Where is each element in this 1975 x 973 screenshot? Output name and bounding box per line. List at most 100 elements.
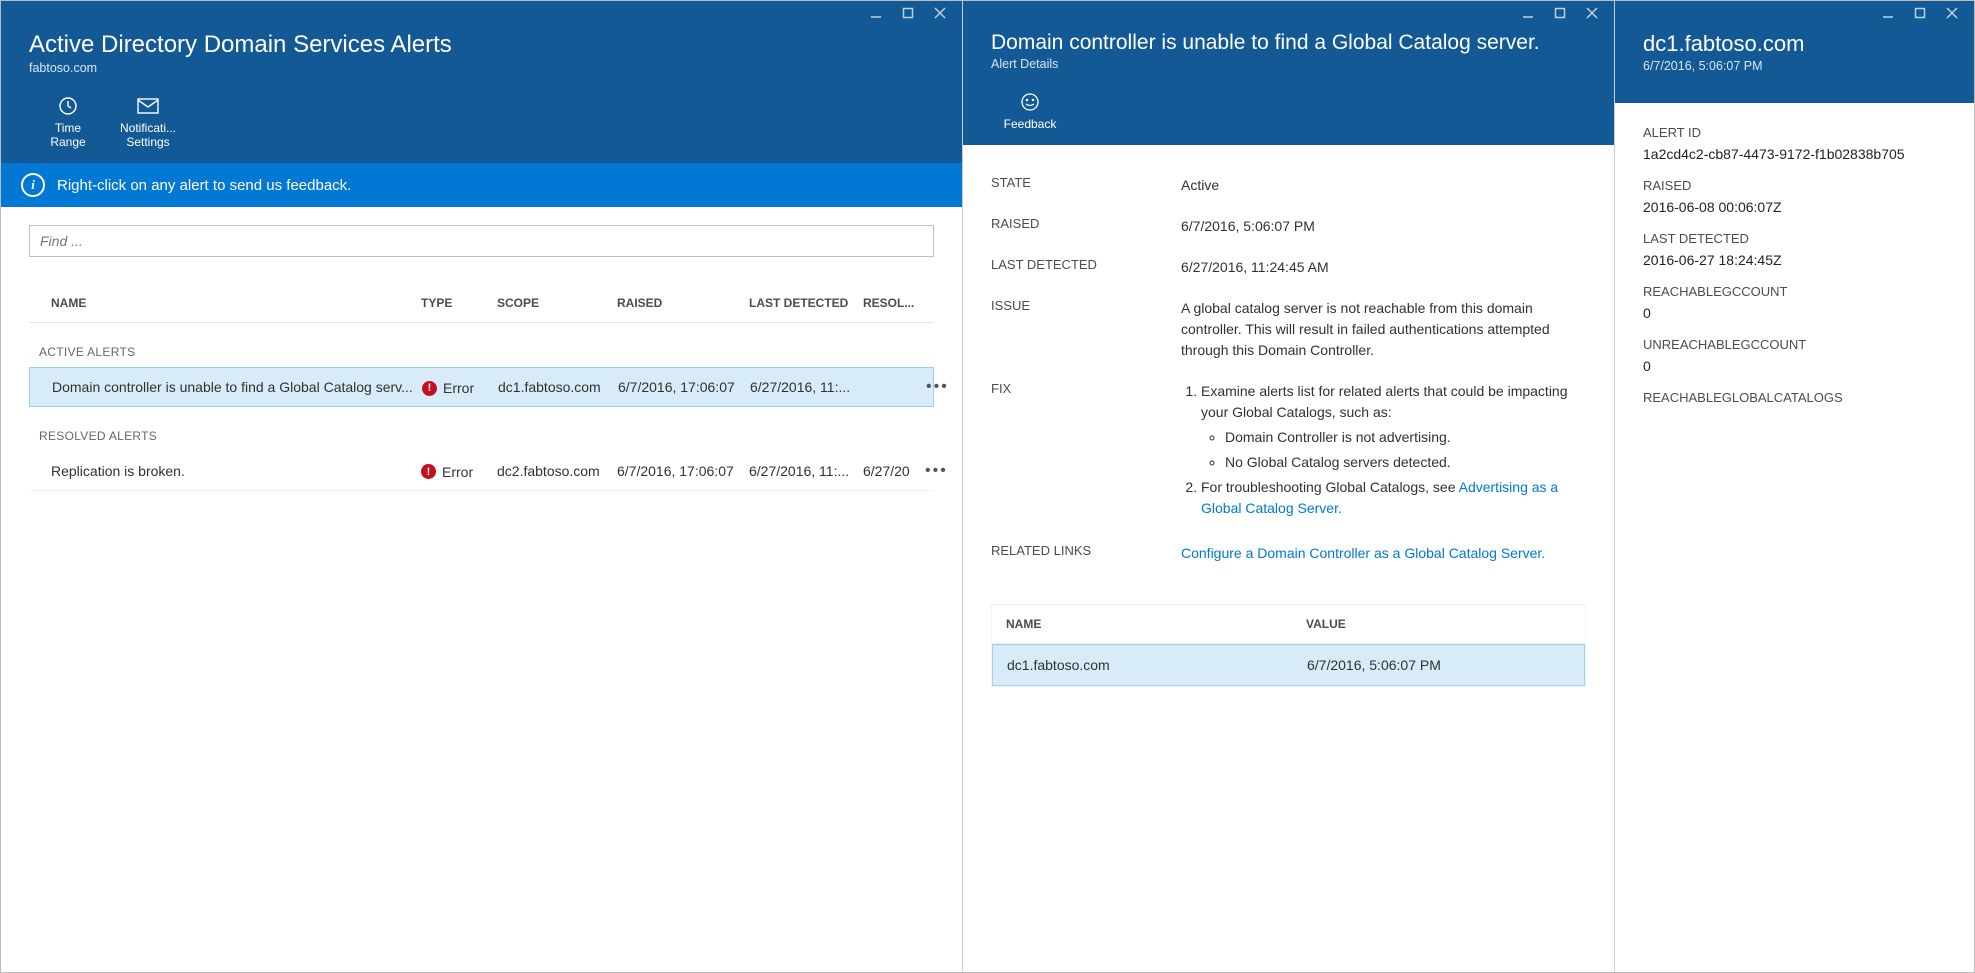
- scope-row[interactable]: dc1.fabtoso.com 6/7/2016, 5:06:07 PM: [992, 644, 1585, 686]
- alert-resolved: 6/27/20: [863, 463, 925, 479]
- value-raised: 2016-06-08 00:06:07Z: [1643, 199, 1946, 215]
- window-controls: [1615, 1, 1974, 25]
- toolbar: Feedback: [963, 85, 1614, 145]
- alert-details-pane: Domain controller is unable to find a Gl…: [963, 1, 1615, 972]
- fix-step1-a: Domain Controller is not advertising.: [1225, 427, 1586, 448]
- maximize-icon[interactable]: [1550, 5, 1570, 21]
- maximize-icon[interactable]: [898, 5, 918, 21]
- value-fix: Examine alerts list for related alerts t…: [1181, 381, 1586, 523]
- value-alert-id: 1a2cd4c2-cb87-4473-9172-f1b02838b705: [1643, 146, 1946, 162]
- row-more-icon[interactable]: •••: [925, 462, 948, 479]
- row-more-icon[interactable]: •••: [926, 378, 949, 395]
- feedback-button[interactable]: Feedback: [1001, 91, 1059, 131]
- clock-icon: [58, 95, 78, 117]
- error-badge: ! Error: [422, 380, 474, 396]
- toolbar: Time Range Notificati... Settings: [1, 89, 962, 163]
- alert-raised: 6/7/2016, 17:06:07: [617, 463, 749, 479]
- smile-icon: [1020, 91, 1040, 113]
- pane3-header: dc1.fabtoso.com 6/7/2016, 5:06:07 PM: [1615, 1, 1974, 103]
- label-reach-count: REACHABLEGCCOUNT: [1643, 284, 1946, 299]
- col-resolved[interactable]: RESOL...: [863, 296, 925, 310]
- minimize-icon[interactable]: [1878, 5, 1898, 21]
- alert-raised: 6/7/2016, 17:06:07: [618, 379, 750, 395]
- scope-value: 6/7/2016, 5:06:07 PM: [1307, 657, 1570, 673]
- mail-icon: [137, 95, 159, 117]
- subcol-name[interactable]: NAME: [1006, 617, 1306, 631]
- details-subtitle: Alert Details: [991, 57, 1586, 71]
- time-range-label-2: Range: [50, 135, 85, 149]
- label-reach-gc: REACHABLEGLOBALCATALOGS: [1643, 390, 1946, 405]
- value-unreach-count: 0: [1643, 358, 1946, 374]
- alert-scope: dc1.fabtoso.com: [498, 379, 618, 395]
- alert-name: Domain controller is unable to find a Gl…: [40, 379, 422, 395]
- info-icon: i: [21, 173, 45, 197]
- fix-step1-b: No Global Catalog servers detected.: [1225, 452, 1586, 473]
- close-icon[interactable]: [930, 5, 950, 21]
- error-icon: !: [421, 464, 436, 479]
- notif-label-2: Settings: [126, 135, 169, 149]
- label-related: RELATED LINKS: [991, 543, 1181, 564]
- value-issue: A global catalog server is not reachable…: [1181, 298, 1586, 361]
- pane2-header: Domain controller is unable to find a Gl…: [963, 1, 1614, 145]
- label-alert-id: ALERT ID: [1643, 125, 1946, 140]
- search-input[interactable]: [29, 225, 934, 257]
- alert-name: Replication is broken.: [39, 463, 421, 479]
- value-last: 2016-06-27 18:24:45Z: [1643, 252, 1946, 268]
- alert-last: 6/27/2016, 11:...: [749, 463, 863, 479]
- alert-scope: dc2.fabtoso.com: [497, 463, 617, 479]
- alert-type: Error: [442, 464, 473, 480]
- scope-name: dc1.fabtoso.com: [1007, 657, 1307, 673]
- error-badge: ! Error: [421, 464, 473, 480]
- label-raised: RAISED: [991, 216, 1181, 237]
- close-icon[interactable]: [1582, 5, 1602, 21]
- minimize-icon[interactable]: [866, 5, 886, 21]
- col-last[interactable]: LAST DETECTED: [749, 296, 863, 310]
- page-subtitle: fabtoso.com: [29, 61, 934, 75]
- fix-step2-lead: For troubleshooting Global Catalogs, see: [1201, 479, 1459, 495]
- active-alerts-heading: ACTIVE ALERTS: [29, 323, 934, 367]
- label-fix: FIX: [991, 381, 1181, 523]
- col-scope[interactable]: SCOPE: [497, 296, 617, 310]
- window-controls: [1, 1, 962, 25]
- page-title: Active Directory Domain Services Alerts: [29, 31, 934, 59]
- alert-row[interactable]: Replication is broken. ! Error dc2.fabto…: [29, 451, 934, 491]
- feedback-label: Feedback: [1004, 117, 1057, 131]
- alert-type: Error: [443, 380, 474, 396]
- col-type[interactable]: TYPE: [421, 296, 497, 310]
- info-bar-text: Right-click on any alert to send us feed…: [57, 177, 351, 194]
- error-icon: !: [422, 381, 437, 396]
- time-range-button[interactable]: Time Range: [39, 95, 97, 149]
- label-raised: RAISED: [1643, 178, 1946, 193]
- grid-header: NAME TYPE SCOPE RAISED LAST DETECTED RES…: [29, 283, 934, 323]
- value-raised: 6/7/2016, 5:06:07 PM: [1181, 216, 1586, 237]
- label-state: STATE: [991, 175, 1181, 196]
- pane1-header: Active Directory Domain Services Alerts …: [1, 1, 962, 163]
- maximize-icon[interactable]: [1910, 5, 1930, 21]
- alerts-grid: NAME TYPE SCOPE RAISED LAST DETECTED RES…: [29, 283, 934, 491]
- resolved-alerts-heading: RESOLVED ALERTS: [29, 407, 934, 451]
- col-name[interactable]: NAME: [39, 296, 421, 310]
- value-reach-count: 0: [1643, 305, 1946, 321]
- label-unreach-count: UNREACHABLEGCCOUNT: [1643, 337, 1946, 352]
- server-properties-pane: dc1.fabtoso.com 6/7/2016, 5:06:07 PM ALE…: [1615, 1, 1974, 972]
- alert-row[interactable]: Domain controller is unable to find a Gl…: [29, 367, 934, 407]
- col-raised[interactable]: RAISED: [617, 296, 749, 310]
- details-title: Domain controller is unable to find a Gl…: [991, 31, 1586, 55]
- alerts-list-pane: Active Directory Domain Services Alerts …: [1, 1, 963, 972]
- notification-settings-button[interactable]: Notificati... Settings: [119, 95, 177, 149]
- related-link[interactable]: Configure a Domain Controller as a Globa…: [1181, 545, 1545, 561]
- time-range-label-1: Time: [55, 121, 81, 135]
- label-last: LAST DETECTED: [991, 257, 1181, 278]
- value-state: Active: [1181, 175, 1586, 196]
- server-subtitle: 6/7/2016, 5:06:07 PM: [1643, 59, 1946, 73]
- server-title: dc1.fabtoso.com: [1643, 31, 1946, 57]
- notif-label-1: Notificati...: [120, 121, 176, 135]
- minimize-icon[interactable]: [1518, 5, 1538, 21]
- subcol-value[interactable]: VALUE: [1306, 617, 1571, 631]
- label-issue: ISSUE: [991, 298, 1181, 361]
- close-icon[interactable]: [1942, 5, 1962, 21]
- alert-last: 6/27/2016, 11:...: [750, 379, 864, 395]
- info-bar: i Right-click on any alert to send us fe…: [1, 163, 962, 207]
- value-last: 6/27/2016, 11:24:45 AM: [1181, 257, 1586, 278]
- window-controls: [963, 1, 1614, 25]
